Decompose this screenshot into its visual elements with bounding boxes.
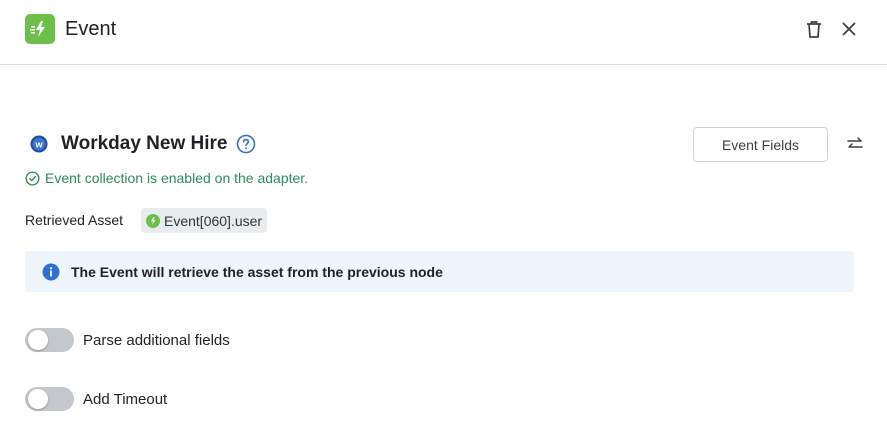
info-text: The Event will retrieve the asset from t… <box>71 263 443 280</box>
info-banner: The Event will retrieve the asset from t… <box>25 251 854 292</box>
adapter-status: Event collection is enabled on the adapt… <box>25 169 308 187</box>
swap-arrows-icon[interactable] <box>846 135 864 153</box>
trash-icon[interactable] <box>803 18 825 40</box>
workday-logo-icon: w <box>30 135 48 153</box>
event-node-icon <box>146 213 160 228</box>
retrieved-asset-chip[interactable]: Event[060].user <box>141 208 268 233</box>
help-circle-icon[interactable] <box>236 134 256 154</box>
close-icon[interactable] <box>839 19 859 39</box>
svg-text:w: w <box>34 140 43 150</box>
panel-title: Event <box>65 18 117 40</box>
adapter-name: Workday New Hire <box>61 133 228 154</box>
event-bolt-icon <box>25 14 55 44</box>
add-timeout-label: Add Timeout <box>83 390 168 408</box>
panel-header: Event <box>0 0 887 65</box>
parse-additional-fields-toggle[interactable] <box>25 328 74 352</box>
parse-additional-fields-row: Parse additional fields <box>25 328 230 352</box>
add-timeout-row: Add Timeout <box>25 387 167 411</box>
parse-additional-fields-label: Parse additional fields <box>83 331 230 349</box>
add-timeout-toggle[interactable] <box>25 387 74 411</box>
retrieved-asset-value: Event[060].user <box>164 212 263 229</box>
status-text: Event collection is enabled on the adapt… <box>45 170 309 186</box>
retrieved-asset-label: Retrieved Asset <box>25 212 124 228</box>
check-circle-icon <box>25 170 40 186</box>
info-icon <box>42 263 60 280</box>
toggle-knob <box>28 330 48 350</box>
toggle-knob <box>28 389 48 409</box>
event-fields-button[interactable]: Event Fields <box>693 127 828 162</box>
